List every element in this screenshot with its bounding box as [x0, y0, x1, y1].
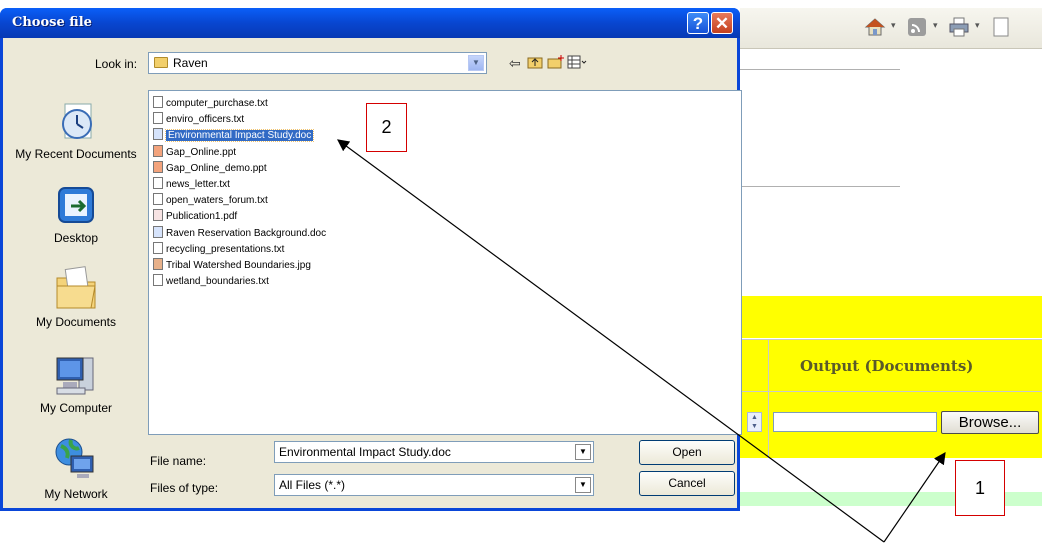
- callout-2: 2: [366, 103, 407, 152]
- arrow-to-browse-button: [883, 452, 946, 543]
- annotation-arrows: [337, 139, 946, 543]
- arrow-to-selected-file: [337, 139, 885, 543]
- callout-1: 1: [955, 460, 1005, 516]
